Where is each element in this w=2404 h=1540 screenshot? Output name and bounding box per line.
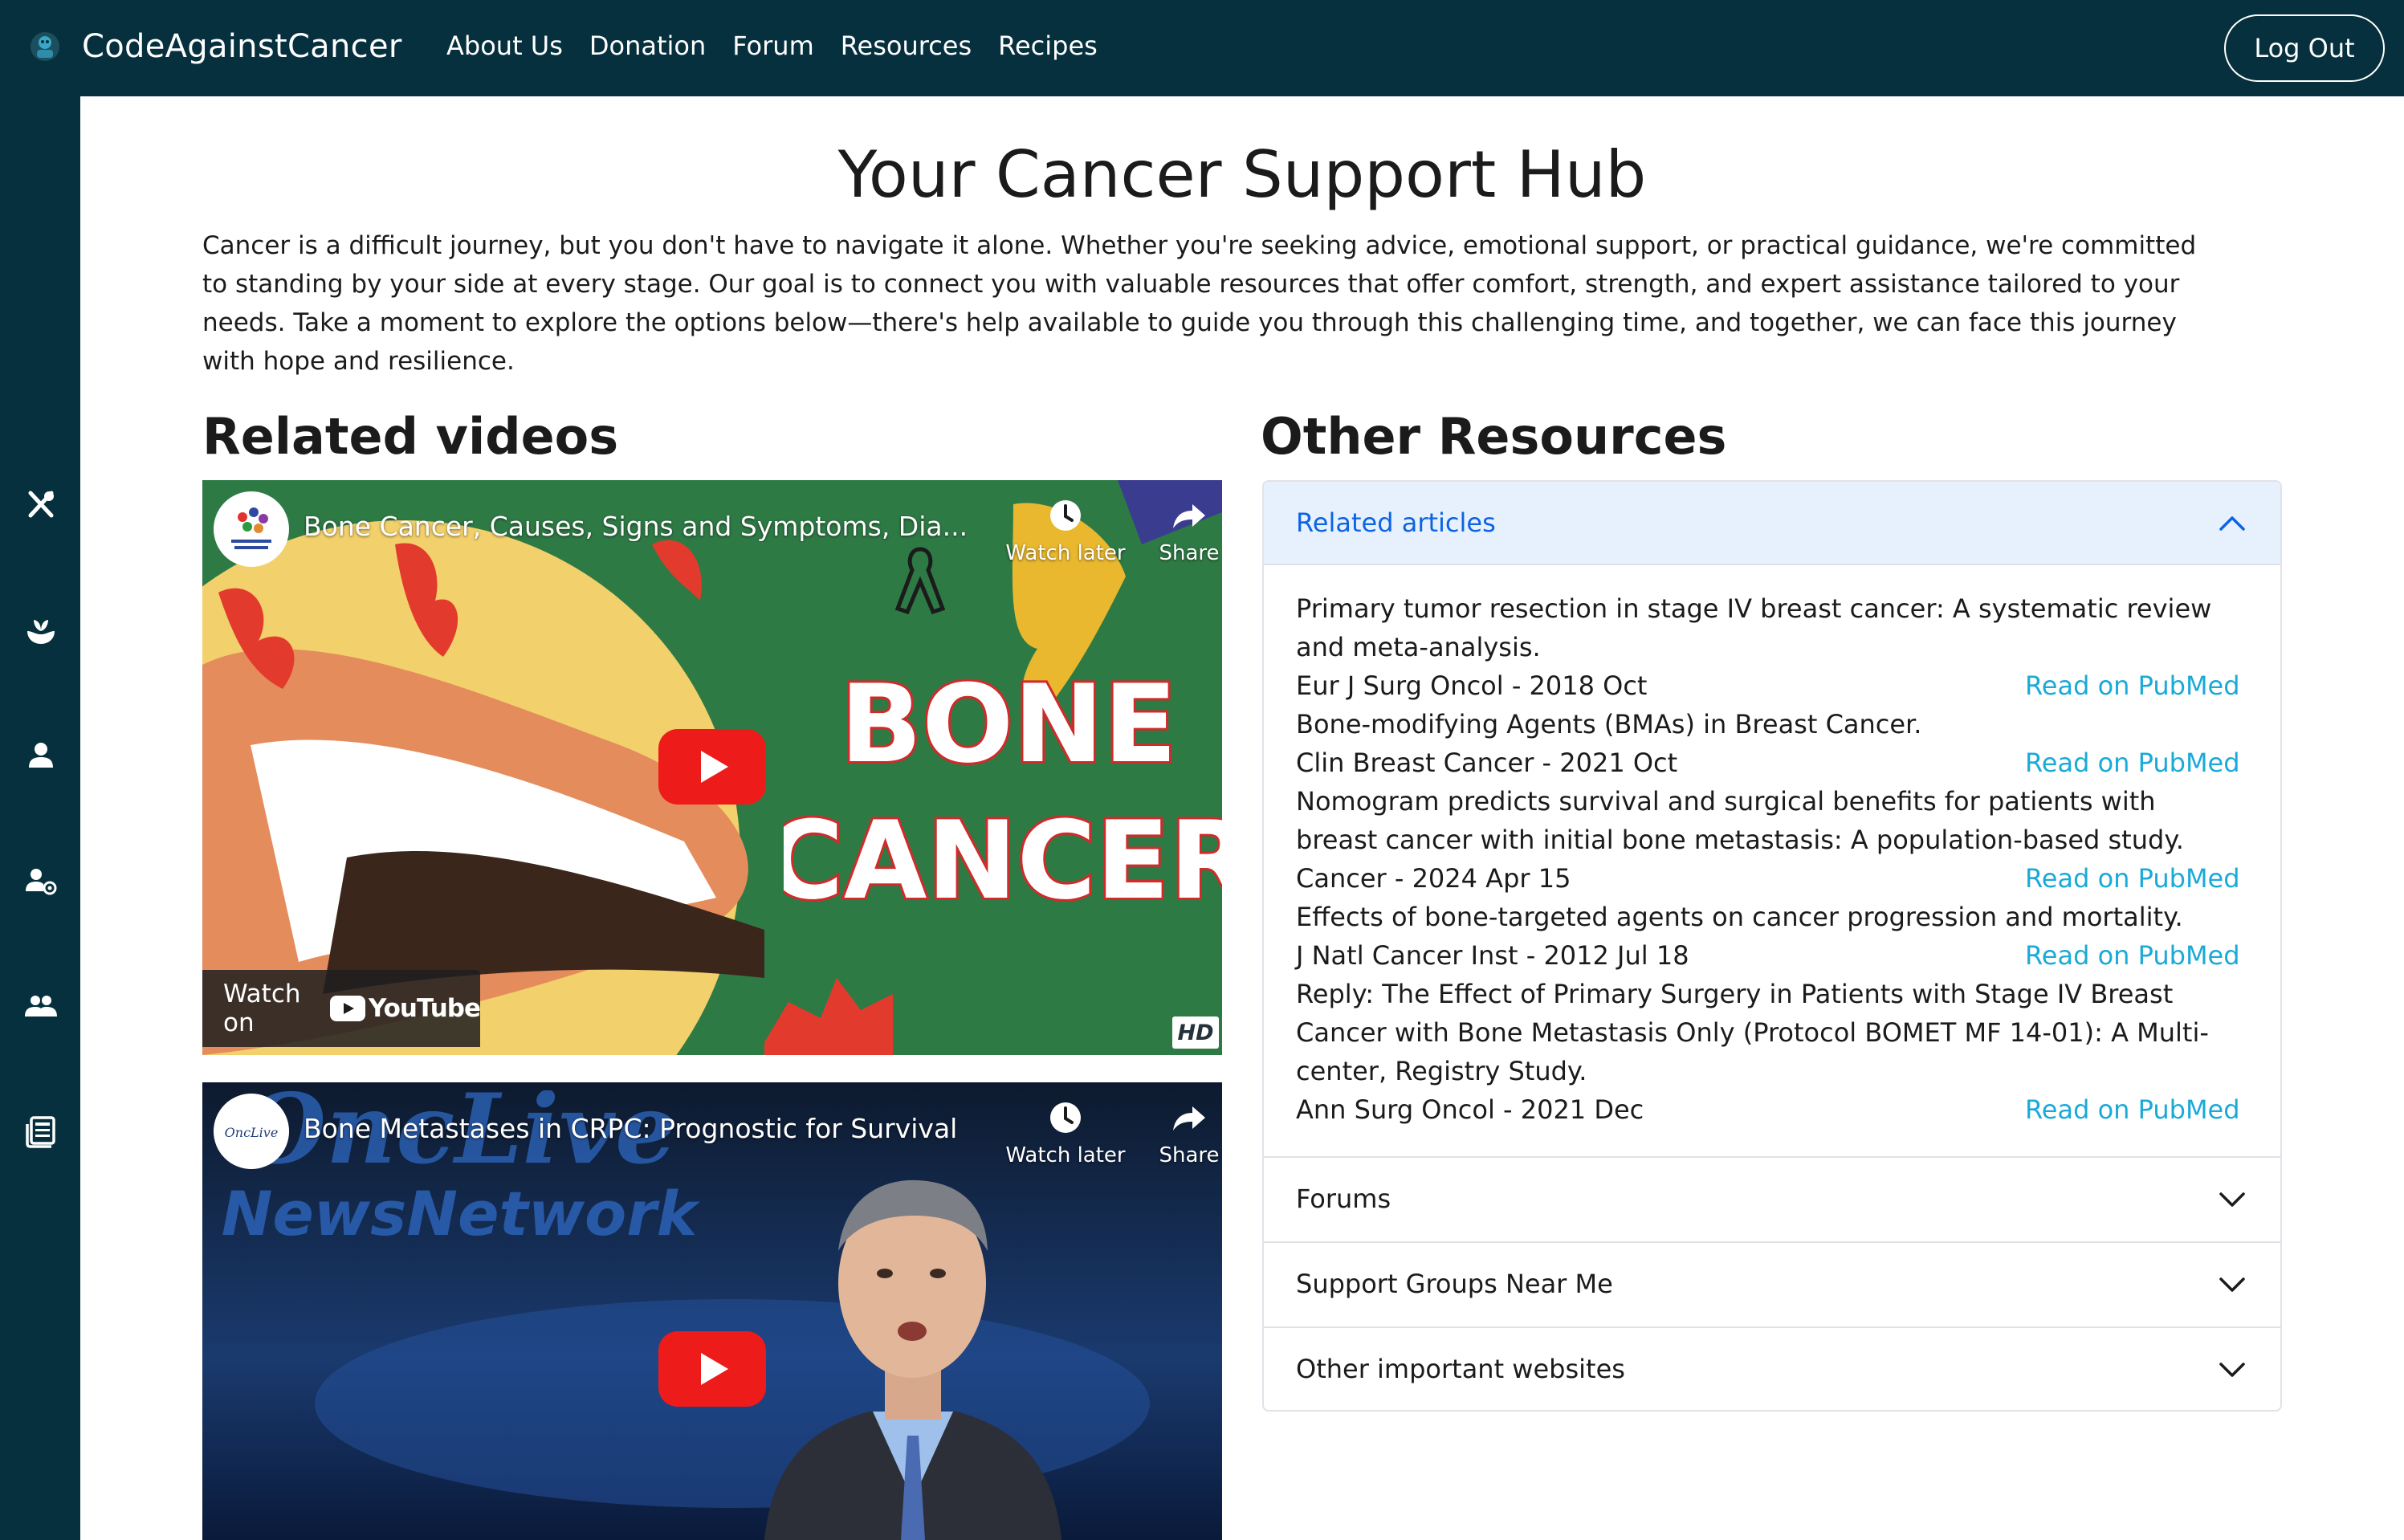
article-title-line: Nomogram predicts survival and surgical … xyxy=(1296,786,2156,817)
article-title-line: Primary tumor resection in stage IV brea… xyxy=(1296,593,2212,624)
read-on-pubmed-link[interactable]: Read on PubMed xyxy=(2025,859,2240,898)
share-arrow-icon xyxy=(1173,1106,1205,1131)
read-on-pubmed-link[interactable]: Read on PubMed xyxy=(2025,666,2240,705)
clock-icon xyxy=(1050,1102,1081,1133)
youtube-play-icon[interactable] xyxy=(658,729,766,805)
accordion-item-support-groups[interactable]: Support Groups Near Me xyxy=(1264,1241,2280,1326)
share-label: Share xyxy=(1159,541,1220,565)
article-source: J Natl Cancer Inst - 2012 Jul 18 xyxy=(1296,940,1689,971)
nav-link-donation[interactable]: Donation xyxy=(589,31,706,61)
utensils-icon[interactable] xyxy=(24,488,58,522)
accordion-label: Support Groups Near Me xyxy=(1296,1269,1613,1299)
chevron-down-icon xyxy=(2219,1363,2245,1377)
youtube-play-icon[interactable] xyxy=(658,1331,766,1407)
video-title[interactable]: Bone Cancer, Causes, Signs and Symptoms,… xyxy=(304,511,1123,542)
logout-button[interactable]: Log Out xyxy=(2224,14,2385,82)
article-title-line: and meta-analysis. xyxy=(1296,632,1541,662)
channel-avatar[interactable] xyxy=(214,491,289,567)
video-player-bone-metastases[interactable]: OncLive NewsNetwork OncLive Bone Metasta… xyxy=(202,1082,1222,1540)
brand[interactable]: CodeAgainstCancer xyxy=(27,18,402,75)
accordion-label: Forums xyxy=(1296,1184,1391,1214)
video-title[interactable]: Bone Metastases in CRPC: Prognostic for … xyxy=(304,1113,1123,1144)
watch-later-label: Watch later xyxy=(1005,1143,1126,1167)
watch-later-label: Watch later xyxy=(1005,541,1126,565)
brand-name: CodeAgainstCancer xyxy=(82,28,402,65)
watch-on-youtube-button[interactable]: Watch on YouTube xyxy=(202,970,481,1047)
users-icon[interactable] xyxy=(24,989,58,1023)
article-source: Eur J Surg Oncol - 2018 Oct xyxy=(1296,670,1648,701)
youtube-wordmark: YouTube xyxy=(369,994,481,1023)
clock-icon xyxy=(1050,500,1081,531)
thumbnail-text-cancer: CANCER xyxy=(784,798,1222,923)
share-button[interactable]: Share xyxy=(1129,1100,1222,1167)
nav-links: About Us Donation Forum Resources Recipe… xyxy=(446,31,1124,61)
share-arrow-icon xyxy=(1173,504,1205,528)
chevron-up-icon xyxy=(2219,516,2245,531)
read-on-pubmed-link[interactable]: Read on PubMed xyxy=(2025,936,2240,975)
cancer-ribbon-icon xyxy=(894,547,946,615)
watch-on-label: Watch on xyxy=(223,980,301,1037)
other-resources-heading: Other Resources xyxy=(1261,407,1727,466)
top-navbar: CodeAgainstCancer About Us Donation Foru… xyxy=(0,0,2404,96)
chevron-down-icon xyxy=(2219,1277,2245,1292)
youtube-play-logo-icon xyxy=(330,996,365,1021)
nav-link-recipes[interactable]: Recipes xyxy=(998,31,1098,61)
intro-line: Cancer is a difficult journey, but you d… xyxy=(202,231,2197,260)
intro-paragraph: Cancer is a difficult journey, but you d… xyxy=(202,226,2274,381)
intro-line: to standing by your side at every stage.… xyxy=(202,270,2180,299)
watch-later-button[interactable]: Watch later xyxy=(1005,1100,1126,1167)
article-source: Clin Breast Cancer - 2021 Oct xyxy=(1296,748,1678,778)
related-articles-list: Primary tumor resection in stage IV brea… xyxy=(1264,565,2280,855)
intro-line: needs. Take a moment to explore the opti… xyxy=(202,308,2177,337)
nav-link-resources[interactable]: Resources xyxy=(841,31,972,61)
accordion-label: Related articles xyxy=(1296,507,1496,538)
hand-seedling-icon[interactable] xyxy=(24,613,58,647)
ribbon-logo-icon xyxy=(27,29,63,64)
article-title-line: Reply: The Effect of Primary Surgery in … xyxy=(1296,979,2174,1009)
related-videos-heading: Related videos xyxy=(202,407,619,466)
newspaper-icon[interactable] xyxy=(24,1114,58,1148)
medical-centric-logo-icon xyxy=(230,503,272,549)
nav-link-forum[interactable]: Forum xyxy=(732,31,813,61)
watch-later-button[interactable]: Watch later xyxy=(1005,498,1126,565)
onclive-logo-icon: OncLive xyxy=(214,1094,289,1169)
article-title-line: Cancer with Bone Metastasis Only (Protoc… xyxy=(1296,1017,2209,1048)
resources-accordion: Related articles Primary tumor resection… xyxy=(1262,480,2282,1412)
article-title-line: Bone-modifying Agents (BMAs) in Breast C… xyxy=(1296,709,1922,739)
article-title-line: center, Registry Study. xyxy=(1296,1056,1587,1086)
accordion-label: Other important websites xyxy=(1296,1354,1625,1384)
article-source: Cancer - 2024 Apr 15 xyxy=(1296,863,1571,894)
channel-avatar[interactable]: OncLive xyxy=(214,1094,289,1169)
thumbnail-text-bone: BONE xyxy=(840,665,1177,787)
page-title: Your Cancer Support Hub xyxy=(837,137,1647,212)
read-on-pubmed-link[interactable]: Read on PubMed xyxy=(2025,744,2240,782)
share-label: Share xyxy=(1159,1143,1220,1167)
article-source: Ann Surg Oncol - 2021 Dec xyxy=(1296,1094,1644,1125)
thumbnail-headline: BONE CANCER xyxy=(784,665,1222,926)
read-on-pubmed-link[interactable]: Read on PubMed xyxy=(2025,1090,2240,1129)
video-player-bone-cancer[interactable]: Bone Cancer, Causes, Signs and Symptoms,… xyxy=(202,480,1222,1055)
share-button[interactable]: Share xyxy=(1129,498,1222,565)
channel-logo-text: OncLive xyxy=(225,1125,279,1140)
accordion-header-related-articles[interactable]: Related articles xyxy=(1264,482,2280,565)
nav-link-about-us[interactable]: About Us xyxy=(446,31,563,61)
accordion-item-other-websites[interactable]: Other important websites xyxy=(1264,1326,2280,1410)
hd-badge: HD xyxy=(1172,1016,1219,1049)
intro-line: with hope and resilience. xyxy=(202,347,515,376)
article-title-line: Effects of bone-targeted agents on cance… xyxy=(1296,902,2183,932)
chevron-down-icon xyxy=(2219,1192,2245,1207)
accordion-item-forums[interactable]: Forums xyxy=(1264,1156,2280,1241)
user-gear-icon[interactable] xyxy=(24,864,58,898)
sidebar xyxy=(0,96,80,1540)
thumbnail-text-news-network: NewsNetwork xyxy=(222,1178,701,1243)
user-icon[interactable] xyxy=(24,739,58,772)
youtube-logo: YouTube xyxy=(330,994,481,1023)
